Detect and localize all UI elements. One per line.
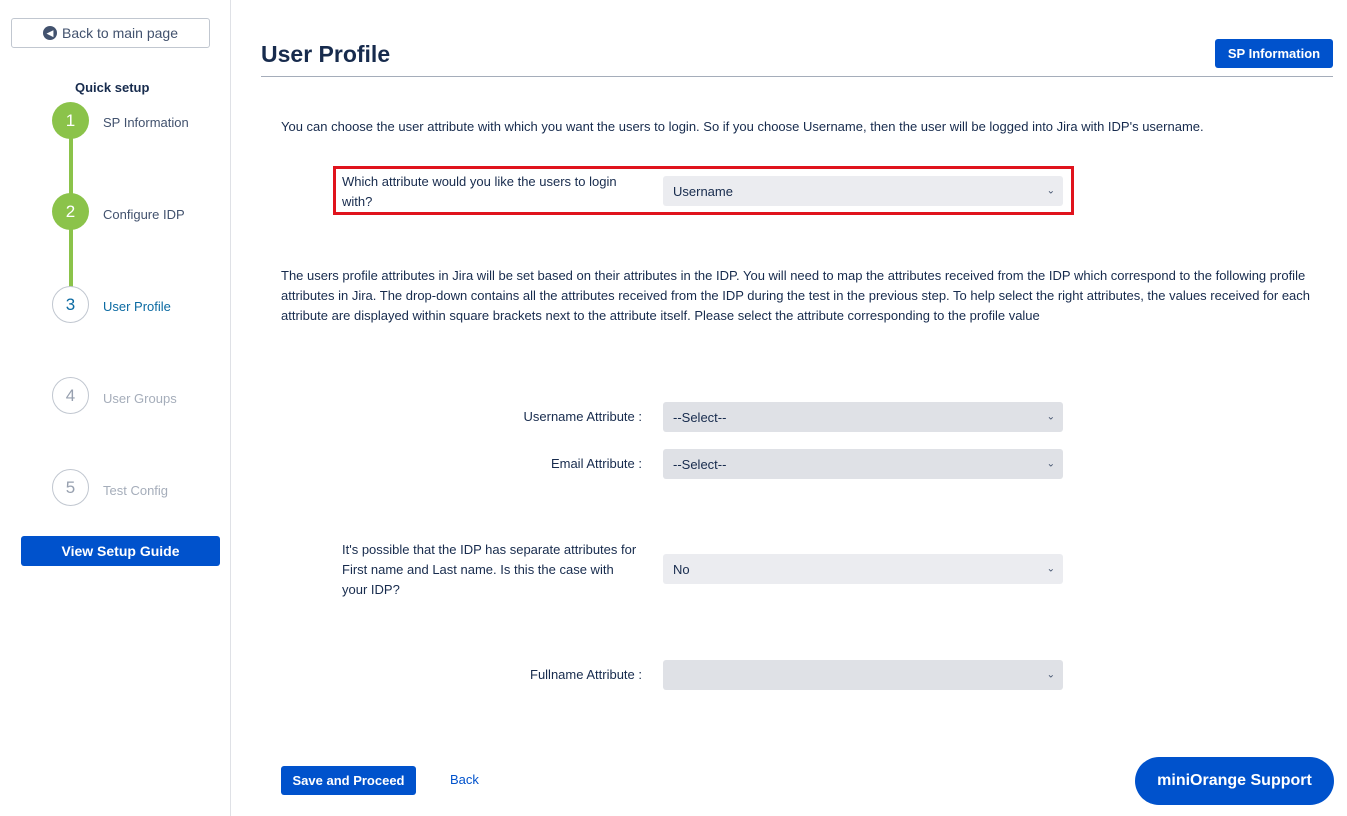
chevron-down-icon: ⌄ — [1046, 185, 1055, 197]
login-attribute-value: Username — [673, 183, 733, 199]
view-setup-guide-button[interactable]: View Setup Guide — [21, 536, 220, 566]
page-title: User Profile — [261, 41, 391, 67]
back-to-main-button[interactable]: ◀ Back to main page — [11, 18, 210, 48]
miniorange-support-button[interactable]: miniOrange Support — [1135, 757, 1334, 805]
separate-names-select[interactable]: No ⌄ — [663, 554, 1063, 584]
intro-text: You can choose the user attribute with w… — [281, 119, 1204, 134]
step-3-indicator[interactable]: 3 — [52, 286, 89, 323]
arrow-left-circle-icon: ◀ — [43, 26, 58, 40]
fullname-attribute-label: Fullname Attribute : — [530, 667, 642, 682]
step-1-indicator[interactable]: 1 — [52, 102, 89, 139]
step-1-label[interactable]: SP Information — [103, 115, 189, 130]
fullname-attribute-select[interactable]: ⌄ — [663, 660, 1063, 690]
step-4-label: User Groups — [103, 391, 177, 406]
back-to-main-label: Back to main page — [62, 25, 178, 41]
login-attribute-label: Which attribute would you like the users… — [342, 174, 617, 209]
step-5-label: Test Config — [103, 483, 169, 498]
email-attribute-select[interactable]: --Select-- ⌄ — [663, 449, 1063, 479]
separate-names-label: It's possible that the IDP has separate … — [342, 542, 637, 597]
step-2-indicator[interactable]: 2 — [52, 193, 89, 230]
step-5-indicator: 5 — [52, 469, 89, 506]
step-3-label[interactable]: User Profile — [103, 299, 171, 314]
step-connector-2 — [69, 229, 73, 287]
username-attribute-label: Username Attribute : — [523, 409, 643, 424]
chevron-down-icon: ⌄ — [1046, 458, 1055, 470]
chevron-down-icon: ⌄ — [1046, 411, 1055, 423]
chevron-down-icon: ⌄ — [1046, 669, 1055, 681]
back-link[interactable]: Back — [450, 772, 479, 787]
email-attribute-label: Email Attribute : — [550, 456, 642, 471]
username-attribute-select[interactable]: --Select-- ⌄ — [663, 402, 1063, 432]
quick-setup-title: Quick setup — [75, 80, 150, 95]
email-attribute-value: --Select-- — [673, 456, 727, 472]
chevron-down-icon: ⌄ — [1046, 563, 1055, 575]
step-2-label[interactable]: Configure IDP — [103, 207, 185, 222]
step-connector-1 — [69, 137, 73, 194]
title-divider — [261, 76, 1333, 77]
separate-names-value: No — [673, 561, 690, 577]
username-attribute-value: --Select-- — [673, 409, 727, 425]
step-4-indicator: 4 — [52, 377, 89, 414]
sidebar: ◀ Back to main page Quick setup 1 SP Inf… — [0, 0, 231, 816]
login-attribute-select[interactable]: Username ⌄ — [663, 176, 1063, 206]
mapping-description: The users profile attributes in Jira wil… — [281, 268, 1311, 323]
save-and-proceed-button[interactable]: Save and Proceed — [281, 766, 416, 795]
sp-information-button[interactable]: SP Information — [1215, 39, 1333, 68]
